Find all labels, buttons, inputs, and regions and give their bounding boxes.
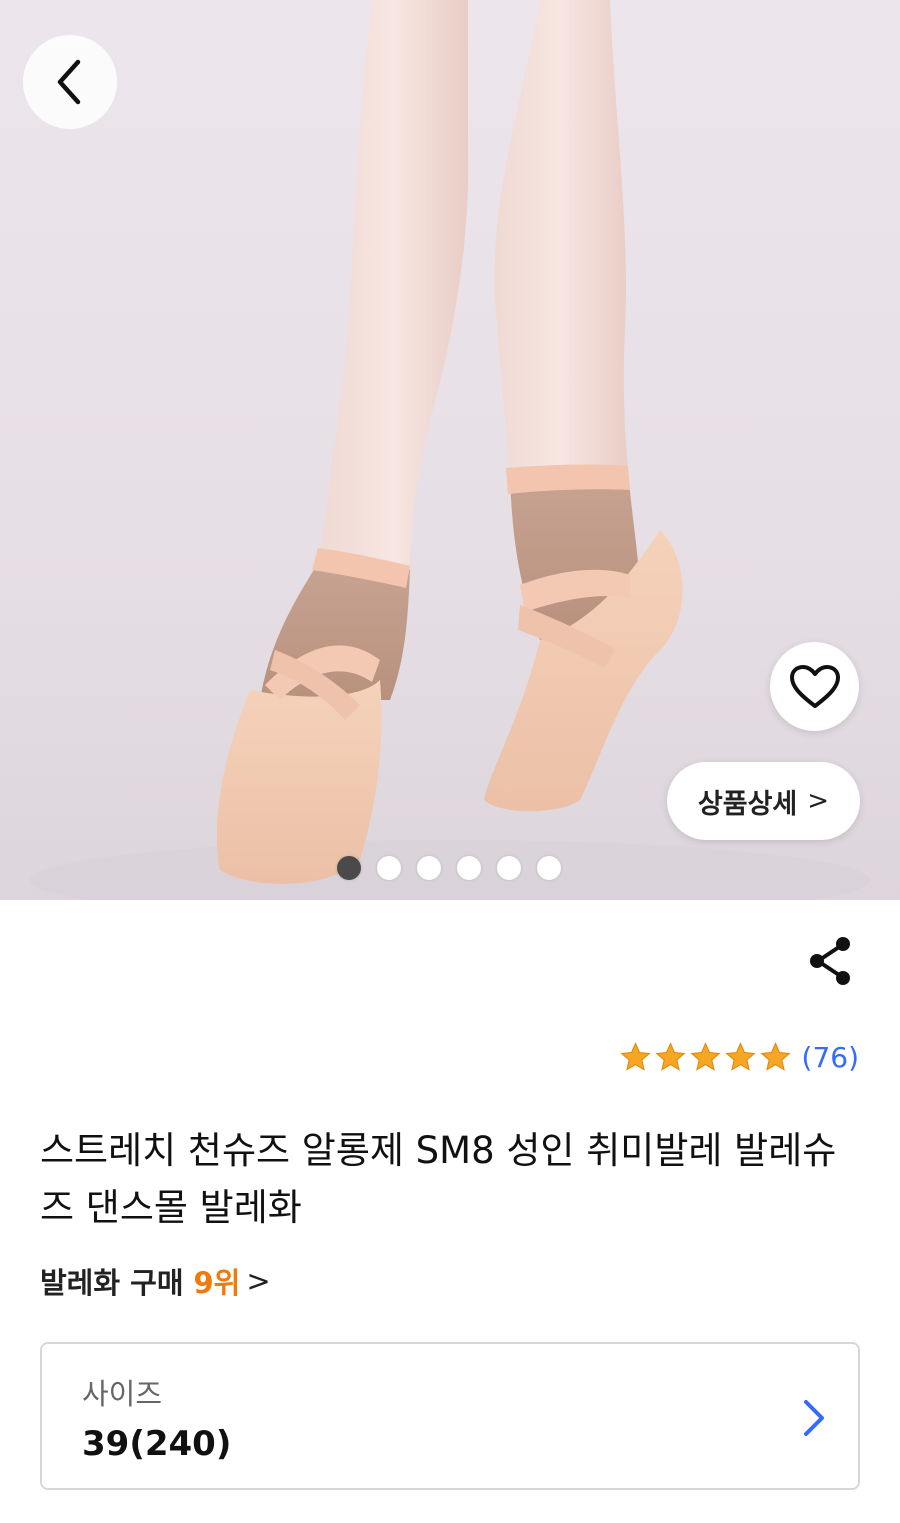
rank-value: 9위 [193,1266,241,1300]
carousel-indicator [337,856,561,880]
chevron-left-icon [57,59,81,105]
size-label: 사이즈 [82,1377,163,1411]
star-icon [654,1042,686,1071]
size-selector[interactable]: 사이즈 39(240) [40,1342,860,1490]
carousel-dot[interactable] [417,856,441,880]
product-image-carousel[interactable]: 상품상세 > [0,0,900,900]
star-icon [619,1042,651,1071]
review-count[interactable]: (76) [802,1041,859,1074]
carousel-dot[interactable] [457,856,481,880]
size-value: 39(240) [82,1424,232,1464]
wishlist-button[interactable] [770,642,859,731]
product-title: 스트레치 천슈즈 알롱제 SM8 성인 취미발레 발레슈즈 댄스몰 발레화 [40,1129,837,1229]
rating-summary[interactable]: (76) [619,1041,859,1074]
product-detail-label: 상품상세 [697,788,798,820]
back-button[interactable] [23,35,117,129]
carousel-dot[interactable] [377,856,401,880]
carousel-dot[interactable] [497,856,521,880]
category-rank-link[interactable]: 발레화 구매 9위 > [40,1260,271,1302]
star-icon [689,1042,721,1071]
carousel-dot[interactable] [337,856,361,880]
rank-label: 발레화 구매 [40,1266,184,1300]
star-icon [759,1042,791,1071]
share-icon[interactable] [806,935,854,987]
chevron-right-icon: > [807,786,830,816]
heart-icon [789,664,840,708]
carousel-dot[interactable] [537,856,561,880]
chevron-right-icon [804,1400,824,1436]
product-detail-button[interactable]: 상품상세 > [667,762,860,840]
star-icon [724,1042,756,1071]
chevron-right-icon: > [246,1264,271,1298]
